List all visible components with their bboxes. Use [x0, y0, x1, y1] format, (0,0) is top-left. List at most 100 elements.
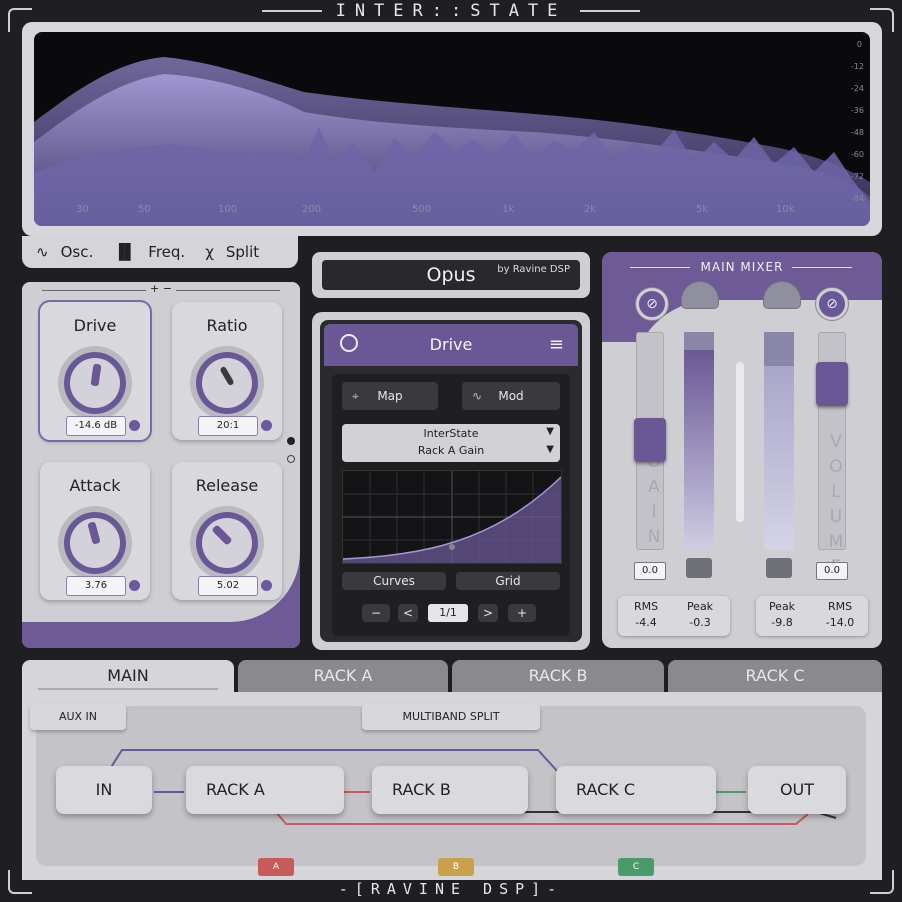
plugin-header: Opus by Ravine DSP: [312, 252, 590, 298]
target-icon: ⌖: [352, 389, 359, 403]
page-dot-active[interactable]: [287, 437, 295, 445]
mod-target: Rack A Gain: [417, 444, 485, 457]
db-tick: -48: [850, 128, 864, 137]
page-dot[interactable]: [287, 455, 295, 463]
release-knob[interactable]: [190, 506, 264, 580]
module-title: Drive: [429, 335, 473, 354]
tab-split[interactable]: χ Split: [205, 243, 259, 261]
attack-mod-dot[interactable]: [129, 580, 140, 591]
next-button[interactable]: >: [478, 604, 498, 622]
curve-graph: [342, 471, 562, 563]
balance-slider[interactable]: [736, 362, 744, 522]
drive-value[interactable]: -14.6 dB: [66, 416, 126, 436]
freq-tick: 30: [76, 204, 89, 215]
ratio-value[interactable]: 20:1: [198, 416, 258, 436]
curve-editor[interactable]: [342, 470, 562, 564]
wave-icon: ∿: [472, 389, 483, 403]
plus-button[interactable]: +: [508, 604, 536, 622]
attack-knob-card[interactable]: Attack 3.76: [40, 462, 150, 600]
node-in[interactable]: IN: [56, 766, 152, 814]
meter-left-handle[interactable]: [686, 558, 712, 578]
node-rack-a[interactable]: RACK A: [186, 766, 344, 814]
tab-main[interactable]: MAIN: [22, 660, 234, 692]
mixer-title: MAIN MIXER: [700, 260, 784, 274]
page-indicator: 1/1: [428, 604, 468, 622]
plugin-vendor: by Ravine DSP: [497, 264, 570, 275]
db-tick: -36: [850, 106, 864, 115]
gain-phase-button[interactable]: ⊘: [636, 288, 668, 320]
curve-point: [449, 544, 455, 550]
phase-icon: ⊘: [826, 296, 838, 312]
freq-tick: 1k: [502, 204, 515, 215]
freq-tick: 50: [138, 204, 151, 215]
attack-value[interactable]: 3.76: [66, 576, 126, 596]
main-mixer: MAIN MIXER ⊘ ⊘ GAIN VOLUME 0.0 0.0 RMS -…: [602, 252, 882, 648]
meter-right: [764, 332, 794, 550]
ratio-knob-card[interactable]: Ratio 20:1: [172, 302, 282, 440]
freq-tick: 200: [302, 204, 322, 215]
node-rack-c[interactable]: RACK C: [556, 766, 716, 814]
db-tick: 0: [856, 40, 862, 49]
chip-a[interactable]: A: [258, 858, 294, 876]
menu-icon[interactable]: ≡: [549, 334, 564, 355]
drive-mod-dot[interactable]: [129, 420, 140, 431]
dropdown-arrow-icon: ▼: [546, 426, 554, 437]
drive-knob[interactable]: [58, 346, 132, 420]
map-button[interactable]: ⌖ Map: [342, 382, 438, 410]
tab-oscilloscope[interactable]: ∿ Osc.: [36, 243, 93, 261]
oscilloscope-icon: ∿: [36, 243, 49, 261]
prev-button[interactable]: <: [398, 604, 418, 622]
db-tick: -72: [850, 172, 864, 181]
freq-tick: 5k: [696, 204, 709, 215]
ratio-mod-dot[interactable]: [261, 420, 272, 431]
grid-button[interactable]: Grid: [456, 572, 560, 590]
volume-fader-handle[interactable]: [816, 362, 848, 406]
gain-label: GAIN: [644, 452, 664, 552]
node-out[interactable]: OUT: [748, 766, 846, 814]
plugin-window: INTER::STATE 0 -12 -24 -36 -48 -60 -72 -…: [0, 0, 902, 902]
phase-icon: ⊘: [646, 296, 658, 312]
attack-knob[interactable]: [58, 506, 132, 580]
node-rack-b[interactable]: RACK B: [372, 766, 528, 814]
release-value[interactable]: 5.02: [198, 576, 258, 596]
gain-value[interactable]: 0.0: [634, 562, 666, 580]
release-mod-dot[interactable]: [261, 580, 272, 591]
app-title: INTER::STATE: [335, 1, 567, 21]
stats-left: RMS -4.4 Peak -0.3: [618, 596, 730, 636]
tab-rack-c[interactable]: RACK C: [668, 660, 882, 692]
tab-frequency[interactable]: ▐▌ Freq.: [113, 243, 185, 261]
gain-fader-handle[interactable]: [634, 418, 666, 462]
compressor-panel: + − Drive -14.6 dB Ratio 20:1 Attack 3.7…: [22, 282, 300, 648]
bars-icon: ▐▌: [113, 243, 137, 261]
meter-left: [684, 332, 714, 550]
drive-knob-card[interactable]: Drive -14.6 dB: [40, 302, 150, 440]
volume-phase-button[interactable]: ⊘: [816, 288, 848, 320]
volume-label: VOLUME: [826, 432, 846, 582]
freq-tick: 100: [218, 204, 238, 215]
split-icon: χ: [205, 243, 214, 261]
volume-value[interactable]: 0.0: [816, 562, 848, 580]
mod-target-select[interactable]: InterState Rack A Gain ▼ ▼: [342, 424, 560, 462]
db-tick: -24: [850, 84, 864, 93]
minus-button[interactable]: −: [362, 604, 390, 622]
db-tick: -12: [850, 62, 864, 71]
add-remove-control[interactable]: + −: [146, 282, 176, 295]
multiband-split-button[interactable]: MULTIBAND SPLIT: [362, 704, 540, 730]
ratio-knob[interactable]: [190, 346, 264, 420]
mod-source: InterState: [423, 427, 479, 440]
routing-panel: AUX IN MULTIBAND SPLIT IN RACK A RACK B …: [22, 692, 882, 880]
meter-right-handle[interactable]: [766, 558, 792, 578]
freq-tick: 10k: [776, 204, 795, 215]
routing-graph: AUX IN MULTIBAND SPLIT IN RACK A RACK B …: [30, 704, 866, 866]
chip-b[interactable]: B: [438, 858, 474, 876]
tab-rack-a[interactable]: RACK A: [238, 660, 448, 692]
aux-in-button[interactable]: AUX IN: [30, 704, 126, 730]
release-knob-card[interactable]: Release 5.02: [172, 462, 282, 600]
curves-button[interactable]: Curves: [342, 572, 446, 590]
dropdown-arrow-icon: ▼: [546, 444, 554, 455]
chip-c[interactable]: C: [618, 858, 654, 876]
mod-button[interactable]: ∿ Mod: [462, 382, 560, 410]
spectrum-analyzer[interactable]: 0 -12 -24 -36 -48 -60 -72 -84 30 50 100 …: [34, 32, 870, 226]
tab-rack-b[interactable]: RACK B: [452, 660, 664, 692]
freq-tick: 500: [412, 204, 432, 215]
